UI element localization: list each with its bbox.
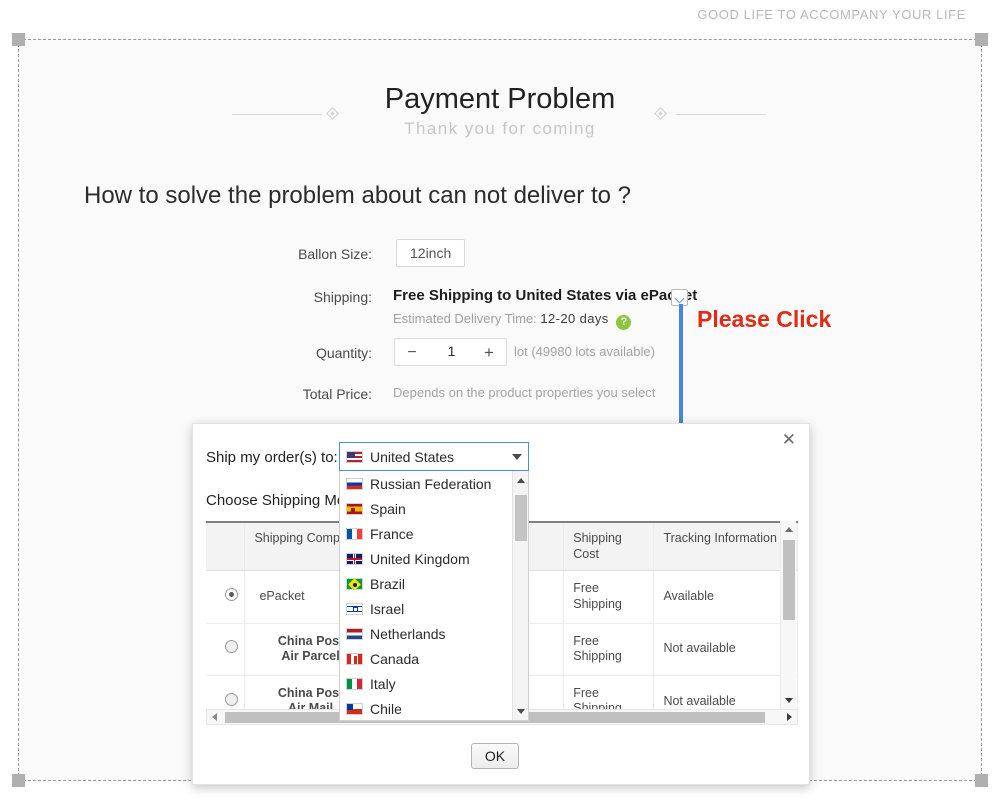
flag-icon-fr	[346, 527, 363, 540]
flag-icon-nl	[346, 627, 363, 640]
flag-icon-ca	[346, 652, 363, 665]
table-cell-select	[206, 570, 246, 624]
country-list-scroll-thumb[interactable]	[515, 495, 527, 541]
size-label: Ballon Size:	[298, 246, 372, 262]
flag-icon-br	[346, 577, 363, 590]
quantity-decrement-button[interactable]: −	[401, 342, 423, 364]
table-cell-tracking: Not available	[653, 623, 798, 676]
close-icon[interactable]: ✕	[779, 428, 799, 451]
shipping-eta-prefix: Estimated Delivery Time:	[393, 311, 537, 326]
country-option-label: Russian Federation	[370, 475, 492, 492]
scroll-right-icon[interactable]	[787, 713, 792, 721]
table-col-shipping-cost: Shipping Cost	[563, 523, 655, 572]
flag-icon-es	[346, 502, 363, 515]
flag-icon-cl	[346, 702, 363, 715]
resize-handle-top-right[interactable]	[975, 33, 988, 46]
scroll-down-icon[interactable]	[785, 698, 793, 703]
radio-button[interactable]	[225, 692, 238, 706]
flag-icon-it	[346, 677, 363, 690]
radio-button[interactable]	[225, 640, 238, 654]
country-option-br[interactable]: Brazil	[340, 571, 528, 596]
country-option-il[interactable]: Israel	[340, 596, 528, 621]
ship-to-label: Ship my order(s) to:	[206, 449, 338, 466]
country-option-nl[interactable]: Netherlands	[340, 621, 528, 646]
quantity-label: Quantity:	[315, 345, 372, 361]
shipping-eta: Estimated Delivery Time: 12-20 days ?	[393, 311, 632, 330]
scroll-left-icon[interactable]	[212, 713, 217, 721]
country-option-label: Spain	[370, 500, 406, 517]
country-option-label: Israel	[370, 600, 405, 617]
scroll-down-icon[interactable]	[517, 709, 525, 714]
scroll-up-icon[interactable]	[785, 527, 793, 532]
flag-icon-us	[346, 450, 363, 463]
country-option-label: United Kingdom	[370, 550, 470, 567]
country-select[interactable]: United States Russian Federation Spain Fra…	[339, 442, 529, 721]
country-select-value: United States	[370, 448, 455, 465]
country-option-label: Brazil	[370, 575, 406, 592]
ok-button[interactable]: OK	[471, 743, 519, 769]
shipping-value: Free Shipping to United States via ePack…	[393, 287, 698, 304]
table-cell-tracking: Available	[653, 570, 798, 624]
country-option-label: Italy	[370, 675, 396, 692]
country-option-cl[interactable]: Chile	[340, 696, 528, 720]
country-list-scrollbar[interactable]	[512, 471, 528, 720]
total-price-value: Depends on the product properties you se…	[393, 385, 656, 400]
shipping-eta-value: 12-20 days	[540, 311, 609, 326]
country-option-label: Netherlands	[370, 625, 446, 642]
quantity-availability-note: lot (49980 lots available)	[514, 344, 655, 359]
table-vertical-scrollbar[interactable]	[780, 521, 796, 709]
table-col-select	[206, 523, 246, 572]
radio-button[interactable]	[225, 588, 238, 602]
table-cell-select	[206, 623, 246, 676]
country-option-label: France	[370, 525, 414, 542]
country-select-trigger[interactable]: United States	[339, 442, 529, 471]
total-price-label: Total Price:	[302, 386, 372, 402]
country-option-label: Chile	[370, 700, 402, 717]
country-option-es[interactable]: Spain	[340, 496, 528, 521]
country-select-list[interactable]: Russian Federation Spain France United King…	[339, 471, 529, 721]
resize-handle-top-left[interactable]	[12, 33, 25, 46]
brand-tagline: GOOD LIFE TO ACCOMPANY YOUR LIFE	[697, 7, 966, 22]
country-option-it[interactable]: Italy	[340, 671, 528, 696]
vertical-scroll-thumb[interactable]	[783, 540, 795, 620]
country-option-fr[interactable]: France	[340, 521, 528, 546]
shipping-label: Shipping:	[313, 289, 372, 305]
country-option-ru[interactable]: Russian Federation	[340, 471, 528, 496]
resize-handle-bottom-left[interactable]	[12, 774, 25, 787]
page-root: GOOD LIFE TO ACCOMPANY YOUR LIFE Payment…	[0, 0, 1000, 809]
site-header: GOOD LIFE TO ACCOMPANY YOUR LIFE	[0, 0, 1000, 32]
country-option-ca[interactable]: Canada	[340, 646, 528, 671]
country-option-gb[interactable]: United Kingdom	[340, 546, 528, 571]
size-value[interactable]: 12inch	[396, 239, 466, 267]
question-mark-icon[interactable]: ?	[616, 315, 632, 330]
country-option-label: Canada	[370, 650, 420, 667]
page-question: How to solve the problem about can not d…	[84, 182, 631, 209]
flag-icon-gb	[346, 552, 363, 565]
scroll-up-icon[interactable]	[517, 478, 525, 483]
flag-icon-ru	[346, 477, 363, 490]
table-cell-shipping-cost: Free Shipping	[563, 623, 655, 676]
page-subtitle: Thank you for coming	[404, 119, 596, 138]
quantity-increment-button[interactable]: +	[478, 342, 500, 364]
page-title: Payment Problem	[384, 83, 616, 115]
choose-shipping-method-label: Choose Shipping Me	[206, 492, 346, 509]
flag-icon-il	[346, 602, 363, 615]
annotation-label: Please Click	[697, 306, 832, 332]
quantity-stepper[interactable]: 1 − +	[394, 338, 507, 366]
table-cell-shipping-cost: Free Shipping	[563, 570, 655, 624]
shipping-modal: ✕ Ship my order(s) to: Choose Shipping M…	[192, 423, 810, 785]
resize-handle-bottom-right[interactable]	[975, 774, 988, 787]
table-col-tracking: Tracking Information	[653, 523, 798, 572]
chevron-down-icon[interactable]	[512, 453, 522, 460]
